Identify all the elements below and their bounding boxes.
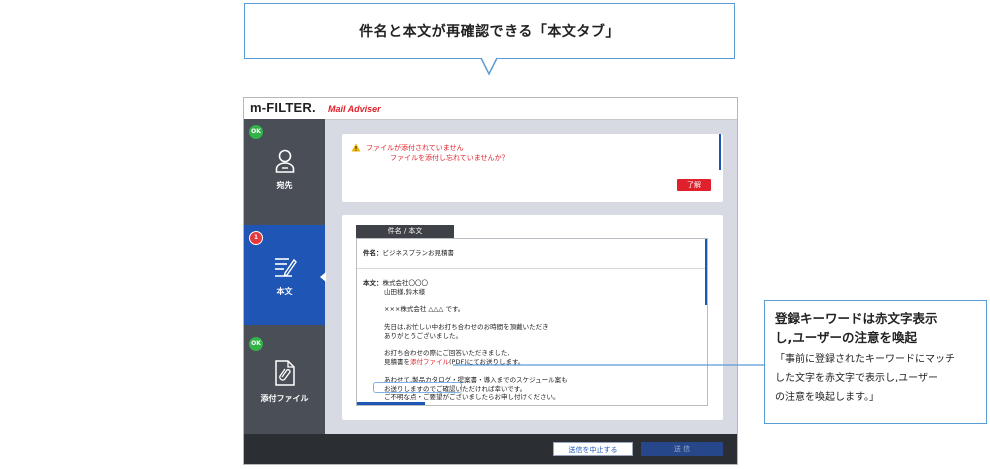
tab-subject-body[interactable]: 件名 / 本文: [356, 225, 454, 238]
scrollbar[interactable]: [705, 239, 707, 305]
nav-item-attachments[interactable]: OK 添付ファイル: [244, 331, 325, 431]
body-line: 山田様,鈴木様: [384, 287, 426, 296]
body-line: ×××株式会社 △△△ です。: [384, 305, 465, 314]
error-count-badge: 1: [249, 231, 263, 245]
nav-label-recipients: 宛先: [276, 180, 293, 190]
footer-bar: 送信を中止する 送 信: [244, 434, 737, 464]
send-button[interactable]: 送 信: [641, 442, 723, 456]
body-line: ご不明な点・ご要望がございましたらお申し付けください。: [384, 393, 560, 402]
document-edit-icon: [274, 257, 297, 277]
divider: [357, 268, 707, 269]
logo-sub: Mail Adviser: [328, 104, 381, 114]
side-callout-description: 「事前に登録されたキーワードにマッチ した文字を赤文字で表示し,ユーザー の注意…: [775, 354, 955, 403]
ok-badge: OK: [249, 337, 263, 351]
app-header: m-FILTER. Mail Adviser: [244, 98, 737, 120]
body-line: ありがとうございました。: [384, 331, 462, 340]
paperclip-file-icon: [274, 359, 295, 386]
nav-item-body[interactable]: 1 本文: [244, 225, 325, 325]
warning-message: ファイルが添付されていません: [366, 144, 464, 152]
acknowledge-button[interactable]: 了解: [677, 179, 711, 191]
stop-sending-button[interactable]: 送信を中止する: [553, 442, 633, 456]
top-callout: 件名と本文が再確認できる「本文タブ」: [244, 3, 735, 59]
body-line: お打ち合わせの際にご回答いただきました,: [384, 349, 510, 358]
warning-icon: [351, 143, 361, 152]
warning-panel: ファイルが添付されていません ファイルを添付し忘れていませんか？ 了解: [342, 134, 723, 202]
subject-label: 件名：: [363, 249, 383, 257]
body-line-keyword: 見積書を添付ファイル(PDF)にてお送りします。: [384, 358, 525, 367]
user-icon: [275, 149, 294, 173]
body-line-blank: [363, 314, 568, 323]
app-window: m-FILTER. Mail Adviser OK 宛先 1 本文 OK 添付フ…: [243, 97, 738, 465]
body-label: 本文：: [363, 279, 383, 287]
keyword-focus-ring: [373, 382, 462, 393]
body-line: 先日は,お忙しい中お打ち合わせのお時間を頂戴いただき: [384, 322, 549, 331]
top-callout-text: 件名と本文が再確認できる「本文タブ」: [359, 24, 620, 40]
active-indicator: [320, 272, 326, 282]
body-panel: 件名 / 本文 件名：ビジネスプランお見積書 本文：株式会社〇〇〇 山田様,鈴木…: [342, 215, 723, 420]
body-line: 本文：株式会社〇〇〇: [363, 279, 428, 287]
logo: m-FILTER.: [250, 100, 316, 115]
side-callout: 登録キーワードは赤文字表示 し,ユーザーの注意を喚起 「事前に登録されたキーワー…: [764, 300, 987, 424]
subject-value: ビジネスプランお見積書: [382, 249, 455, 257]
message-preview: 件名：ビジネスプランお見積書 本文：株式会社〇〇〇 山田様,鈴木様 ×××株式会…: [356, 238, 708, 406]
nav-item-recipients[interactable]: OK 宛先: [244, 119, 325, 219]
nav-label-attachments: 添付ファイル: [260, 393, 309, 403]
warning-message-sub: ファイルを添付し忘れていませんか？: [390, 154, 509, 162]
nav-label-body: 本文: [276, 286, 293, 296]
body-line-blank: [363, 367, 568, 376]
scrollbar[interactable]: [719, 134, 721, 170]
keyword-highlight: 添付ファイル: [410, 358, 449, 367]
subject-row: 件名：ビジネスプランお見積書: [363, 247, 454, 257]
horizontal-scrollbar[interactable]: [357, 402, 425, 405]
sidebar: OK 宛先 1 本文 OK 添付ファイル: [244, 119, 325, 434]
ok-badge: OK: [249, 125, 263, 139]
side-callout-title: 登録キーワードは赤文字表示 し,ユーザーの注意を喚起: [775, 311, 938, 345]
